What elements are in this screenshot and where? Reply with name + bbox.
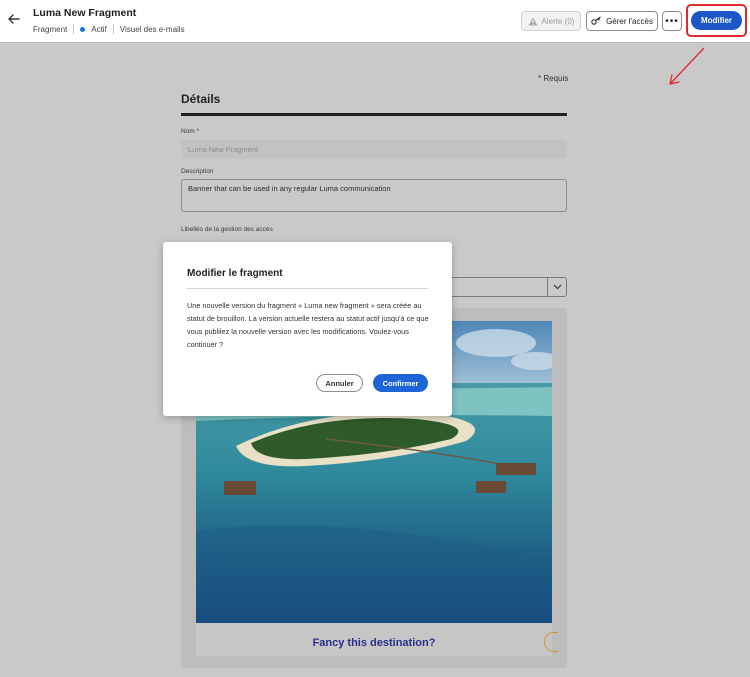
- manage-access-label: Gérer l'accès: [606, 16, 653, 26]
- alert-button[interactable]: Alerte (0): [521, 11, 581, 31]
- cancel-button[interactable]: Annuler: [316, 374, 363, 392]
- divider: [73, 24, 75, 34]
- name-field[interactable]: Luma New Fragment: [181, 140, 567, 159]
- edit-button[interactable]: Modifier: [691, 11, 742, 30]
- name-label-text: Nom: [181, 128, 195, 135]
- manage-access-button[interactable]: Gérer l'accès: [586, 11, 658, 31]
- section-divider: [181, 113, 567, 116]
- preview-caption: Fancy this destination?: [312, 637, 436, 649]
- top-header: Luma New Fragment Fragment Actif Visuel …: [0, 0, 750, 43]
- fragment-type: Visuel des e-mails: [119, 24, 185, 34]
- alert-button-label: Alerte (0): [541, 16, 575, 26]
- name-label: Nom *: [181, 128, 199, 135]
- chevron-down-icon[interactable]: [547, 278, 566, 296]
- dialog-title: Modifier le fragment: [187, 268, 283, 279]
- access-labels-label: Libellés de la gestion des accès: [181, 226, 273, 233]
- section-title: Détails: [181, 92, 221, 106]
- dialog-body: Une nouvelle version du fragment « Luma …: [187, 301, 429, 349]
- status-dot-icon: [80, 26, 86, 32]
- edit-fragment-dialog: Modifier le fragment Une nouvelle versio…: [163, 242, 452, 416]
- page-title: Luma New Fragment: [33, 7, 137, 19]
- more-actions-button[interactable]: •••: [662, 11, 682, 31]
- back-arrow-icon[interactable]: [6, 11, 22, 27]
- key-icon: [591, 16, 601, 25]
- annotation-arrow-icon: [669, 47, 705, 85]
- dialog-divider: [187, 288, 428, 289]
- breadcrumb: Fragment Actif Visuel des e-mails: [33, 24, 185, 34]
- breadcrumb-fragment: Fragment: [33, 24, 68, 34]
- divider: [112, 24, 114, 34]
- required-note: * Requis: [538, 74, 569, 83]
- description-field[interactable]: Banner that can be used in any regular L…: [181, 179, 567, 212]
- required-mark: *: [196, 128, 200, 135]
- warning-icon: [528, 17, 538, 25]
- status-badge: Actif: [91, 24, 107, 34]
- description-label: Description: [181, 168, 214, 175]
- decorative-circle-icon: [544, 632, 558, 652]
- confirm-button[interactable]: Confirmer: [373, 374, 428, 392]
